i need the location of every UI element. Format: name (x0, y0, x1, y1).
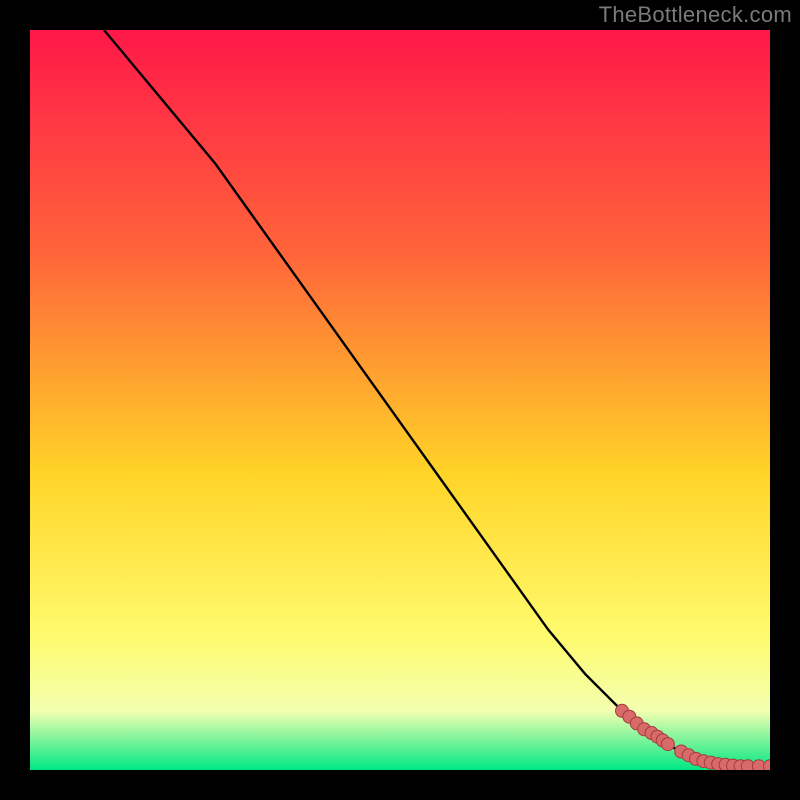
plot-area (30, 30, 770, 770)
gradient-background (30, 30, 770, 770)
watermark-text: TheBottleneck.com (599, 2, 792, 28)
plot-svg (30, 30, 770, 770)
marker-point (661, 738, 674, 751)
chart-frame: TheBottleneck.com (0, 0, 800, 800)
